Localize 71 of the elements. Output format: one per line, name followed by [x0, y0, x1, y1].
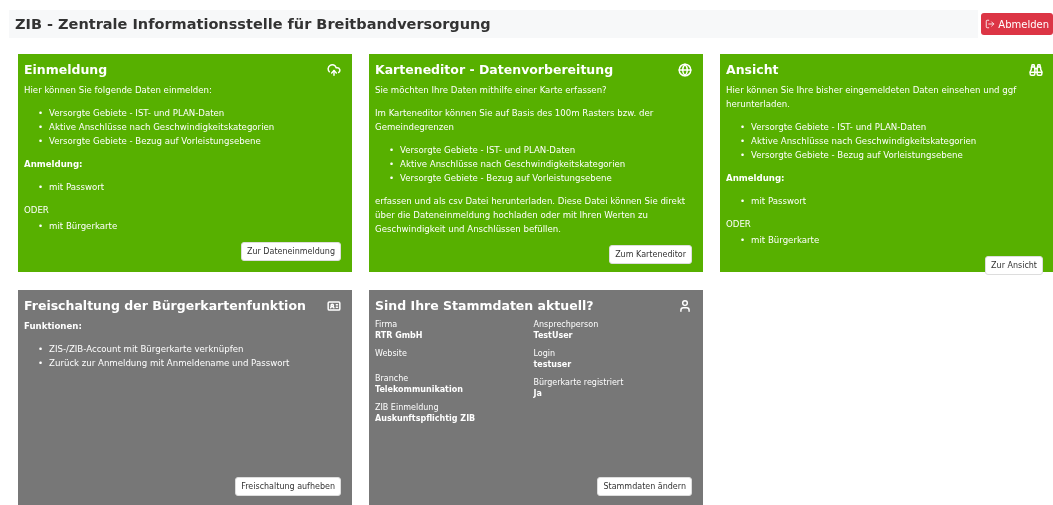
paragraph: Hier können Sie Ihre bisher eingemeldeten Daten einsehen und ggf herunterladen.: [726, 84, 1018, 111]
logout-icon: [985, 19, 996, 29]
field-label: Login: [533, 348, 557, 359]
bullet: •: [389, 172, 395, 185]
bullet: •: [38, 107, 44, 120]
bullet: •: [38, 343, 44, 356]
user-icon: [678, 298, 692, 313]
field-label: Ansprechperson: [533, 319, 600, 330]
list-item: Versorgte Gebiete - Bezug auf Vorleistungsebene: [400, 172, 612, 185]
card-title: Freischaltung der Bürgerkartenfunktion: [24, 298, 306, 313]
list-item: Versorgte Gebiete - IST- und PLAN-Daten: [49, 107, 225, 120]
card-button[interactable]: Zum Karteneditor: [609, 245, 692, 264]
bullet: •: [38, 121, 44, 134]
card-title: Ansicht: [726, 62, 779, 77]
card-title: Einmeldung: [24, 62, 108, 77]
field-value: TestUser: [533, 330, 574, 341]
field-label: Branche: [375, 373, 410, 384]
list-item: Versorgte Gebiete - Bezug auf Vorleistungsebene: [751, 149, 963, 162]
binoculars-icon: [1029, 62, 1043, 77]
bullet: •: [38, 181, 44, 194]
card-title: Karteneditor - Datenvorbereitung: [375, 62, 614, 77]
note-text: ODER: [726, 218, 752, 231]
globe-icon: [678, 62, 692, 77]
bullet: •: [38, 135, 44, 148]
bullet: •: [740, 195, 746, 208]
card-title: Sind Ihre Stammdaten aktuell?: [375, 298, 594, 313]
list-item: Versorgte Gebiete - IST- und PLAN-Daten: [751, 121, 927, 134]
bullet: •: [389, 158, 395, 171]
section-heading: Funktionen:: [24, 320, 83, 333]
field-value: RTR GmbH: [375, 330, 424, 341]
paragraph: Sie möchten Ihre Daten mithilfe einer Karte erfassen?: [375, 84, 608, 97]
bullet: •: [740, 234, 746, 247]
card-button[interactable]: Zur Ansicht: [985, 256, 1043, 275]
list-item: Aktive Anschlüsse nach Geschwindigkeitskategorien: [49, 121, 275, 134]
field-label: Website: [375, 348, 408, 359]
id-card-icon: [327, 298, 341, 313]
list-item: Aktive Anschlüsse nach Geschwindigkeitskategorien: [400, 158, 626, 171]
field-value: Auskunftspflichtig ZIB: [375, 413, 477, 424]
bullet: •: [38, 220, 44, 233]
card-button[interactable]: Freischaltung aufheben: [235, 477, 341, 496]
list-item: Zurück zur Anmeldung mit Anmeldename und Passwort: [49, 357, 290, 370]
list-item: mit Bürgerkarte: [751, 234, 820, 247]
paragraph: Im Karteneditor können Sie auf Basis des 100m Rasters bzw. der Gemeindegrenzen: [375, 107, 655, 134]
list-item: mit Passwort: [751, 195, 807, 208]
card-button[interactable]: Zur Dateneinmeldung: [240, 242, 341, 261]
note-text: ODER: [24, 204, 50, 217]
bullet: •: [740, 149, 746, 162]
field-value: Telekommunikation: [375, 384, 464, 395]
field-value: Ja: [533, 388, 543, 399]
bullet: •: [740, 121, 746, 134]
paragraph: erfassen und als csv Datei herunterladen. Diese Datei können Sie direkt über die Dateneinmeldung hochladen oder mit Ihren Werten zu Geschwindigkeit und Anschlüssen befüllen.: [375, 195, 687, 236]
page-title: ZIB - Zentrale Informationsstelle für Breitbandversorgung: [15, 16, 491, 32]
field-value: testuser: [533, 359, 573, 370]
bullet: •: [38, 357, 44, 370]
section-heading: Anmeldung:: [726, 172, 786, 185]
section-heading: Anmeldung:: [24, 158, 84, 171]
field-label: Bürgerkarte registriert: [533, 377, 625, 388]
list-item: ZIS-/ZIB-Account mit Bürgerkarte verknüpfen: [49, 343, 244, 356]
list-item: mit Bürgerkarte: [49, 220, 118, 233]
list-item: Aktive Anschlüsse nach Geschwindigkeitskategorien: [751, 135, 977, 148]
card-button[interactable]: Stammdaten ändern: [597, 477, 692, 496]
list-item: Versorgte Gebiete - Bezug auf Vorleistungsebene: [49, 135, 261, 148]
list-item: mit Passwort: [49, 181, 105, 194]
list-item: Versorgte Gebiete - IST- und PLAN-Daten: [400, 144, 576, 157]
cloud-upload-icon: [327, 62, 341, 77]
paragraph: Hier können Sie folgende Daten einmelden:: [24, 84, 213, 97]
field-label: ZIB Einmeldung: [375, 402, 440, 413]
field-label: Firma: [375, 319, 399, 330]
bullet: •: [740, 135, 746, 148]
logout-button[interactable]: Abmelden: [981, 13, 1053, 35]
bullet: •: [389, 144, 395, 157]
